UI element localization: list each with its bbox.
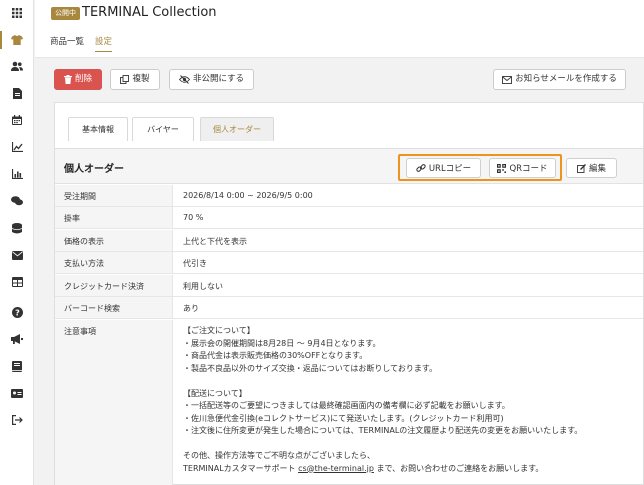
detail-label: 注意事項 — [55, 320, 173, 485]
notes-spacer — [183, 375, 582, 388]
main-content: 公開中 TERMINAL Collection 商品一覧 設定 削除 複製 非公… — [35, 0, 644, 485]
detail-row: 受注期間 2026/8/14 0:00 ~ 2026/9/5 0:00 — [55, 185, 643, 207]
notes-line: ・展示会の開催期間は8月28日 〜 9月4日となります。 — [183, 338, 381, 348]
notes-spacer — [183, 438, 582, 451]
copy-icon — [120, 75, 130, 84]
personal-order-panel: 個人オーダー URLコピー QRコード 編集 受注期間 2026/8/14 0:… — [54, 148, 644, 485]
detail-value: 70 % — [183, 213, 204, 222]
svg-text:?: ? — [15, 308, 20, 317]
status-badge: 公開中 — [51, 7, 80, 20]
page-header: 公開中 TERMINAL Collection 商品一覧 設定 — [35, 0, 644, 58]
panel-title: 個人オーダー — [64, 164, 124, 175]
qr-code-icon — [497, 163, 507, 173]
tab-basic-info[interactable]: 基本情報 — [68, 117, 128, 141]
unpublish-button-label: 非公開にする — [192, 74, 245, 85]
notes-text: 【ご注文について】 ・展示会の開催期間は8月28日 〜 9月4日となります。 ・… — [183, 325, 582, 475]
detail-value: 利用しない — [183, 282, 223, 291]
bar-chart-icon[interactable] — [0, 163, 34, 185]
notes-text-fragment: まで、お問い合わせのご連絡をお願いします。 — [373, 463, 544, 473]
notes-line: ・一括配送等のご要望につきましては最終確認画面内の備考欄に必ず記載をお願いします… — [183, 401, 510, 410]
detail-row-notes: 注意事項 【ご注文について】 ・展示会の開催期間は8月28日 〜 9月4日となり… — [55, 320, 643, 485]
table-icon[interactable] — [0, 271, 34, 293]
logout-icon[interactable] — [0, 409, 34, 431]
edit-label: 編集 — [588, 164, 606, 174]
notes-line: 【配送について】 — [183, 388, 247, 398]
notes-text-fragment: TERMINALカスタマーサポート — [183, 463, 299, 473]
detail-row: クレジットカード決済 利用しない — [55, 275, 643, 297]
detail-label: クレジットカード決済 — [55, 275, 173, 296]
edit-button[interactable]: 編集 — [566, 158, 617, 178]
delete-button[interactable]: 削除 — [54, 69, 102, 90]
detail-label: 価格の表示 — [55, 230, 173, 251]
url-copy-button[interactable]: URLコピー — [406, 158, 481, 178]
edit-icon — [577, 163, 586, 173]
chat-icon[interactable] — [0, 190, 34, 212]
id-card-icon[interactable] — [0, 382, 34, 404]
trend-icon[interactable] — [0, 136, 34, 158]
calendar-icon[interactable] — [0, 109, 34, 131]
link-icon — [416, 164, 426, 172]
trash-icon — [63, 75, 72, 84]
envelope-icon — [502, 75, 513, 84]
page-title: TERMINAL Collection — [82, 5, 217, 20]
detail-row: 価格の表示 上代と下代を表示 — [55, 230, 643, 252]
notes-line: ・注文後に住所変更が発生した場合については、TERMINALの注文履歴より配送先… — [183, 426, 583, 435]
book-icon[interactable] — [0, 355, 34, 377]
url-copy-label: URLコピー — [428, 164, 472, 174]
database-icon[interactable] — [0, 217, 34, 239]
tab-buyer[interactable]: バイヤー — [132, 117, 194, 141]
tab-products[interactable]: 商品一覧 — [50, 35, 84, 49]
notes-line: ・商品代金は表示販売価格の30%OFFとなります。 — [183, 351, 368, 360]
document-icon[interactable] — [0, 82, 34, 104]
delete-button-label: 削除 — [74, 74, 92, 85]
detail-row: バーコード検索 あり — [55, 297, 643, 319]
notes-line: その他、操作方法等でご不明な点がございましたら、 — [183, 451, 375, 460]
qr-code-label: QRコード — [509, 164, 548, 174]
duplicate-button-label: 複製 — [132, 74, 150, 85]
duplicate-button[interactable]: 複製 — [110, 69, 160, 90]
tab-personal-order[interactable]: 個人オーダー — [200, 117, 274, 141]
tab-settings[interactable]: 設定 — [95, 35, 113, 52]
notes-line: ・製品不良品以外のサイズ交換・返品についてはお断りしております。 — [183, 363, 438, 373]
notes-line: ・佐川急便代金引換(eコレクトサービス)にて発送いたします。(クレジットカード利… — [183, 413, 504, 423]
detail-label: 支払い方法 — [55, 252, 173, 273]
create-notice-mail-button[interactable]: お知らせメールを作成する — [493, 69, 626, 90]
detail-value: 上代と下代を表示 — [183, 237, 247, 246]
eye-slash-icon — [178, 75, 190, 84]
notes-line: TERMINALカスタマーサポート cs@the-terminal.jp まで、… — [183, 463, 582, 476]
detail-label: 掛率 — [55, 207, 173, 228]
detail-value: 2026/8/14 0:00 ~ 2026/9/5 0:00 — [183, 191, 313, 200]
support-email-link[interactable]: cs@the-terminal.jp — [298, 464, 374, 473]
panel-header: 個人オーダー URLコピー QRコード 編集 — [55, 149, 643, 184]
detail-label: バーコード検索 — [55, 297, 173, 318]
detail-row: 掛率 70 % — [55, 207, 643, 229]
megaphone-icon[interactable] — [0, 328, 34, 350]
mail-icon[interactable] — [0, 244, 34, 266]
create-notice-mail-label: お知らせメールを作成する — [515, 74, 617, 85]
shirt-icon[interactable] — [0, 29, 34, 51]
detail-label: 受注期間 — [55, 185, 173, 206]
sidebar: ? — [0, 0, 34, 485]
unpublish-button[interactable]: 非公開にする — [169, 69, 254, 90]
detail-value: あり — [183, 304, 199, 313]
notes-line: 【ご注文について】 — [183, 326, 255, 335]
detail-value: 代引き — [183, 259, 207, 268]
help-icon[interactable]: ? — [0, 301, 34, 323]
grid-icon[interactable] — [0, 2, 34, 24]
qr-code-button[interactable]: QRコード — [489, 158, 556, 178]
detail-row: 支払い方法 代引き — [55, 252, 643, 274]
users-icon[interactable] — [0, 55, 34, 77]
